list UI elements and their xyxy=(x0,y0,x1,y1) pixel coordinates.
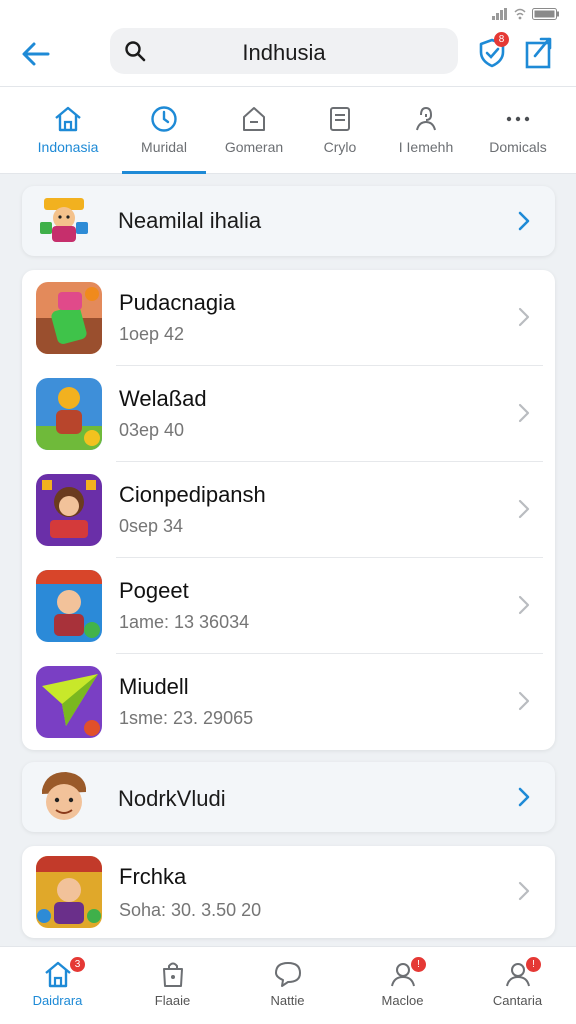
tab-indonasia[interactable]: Indonasia xyxy=(20,87,116,175)
top-bar: Indhusia 8 xyxy=(0,28,576,86)
tab-label: Gomeran xyxy=(224,139,284,155)
signal-icon xyxy=(492,8,507,20)
featured-banner-top[interactable]: Neamilal ihalia xyxy=(22,186,555,256)
share-button[interactable] xyxy=(522,34,558,70)
character-face-icon xyxy=(42,772,86,820)
nav-flaaie[interactable]: Flaaie xyxy=(115,947,230,1024)
nav-daidrara[interactable]: 3 Daidrara xyxy=(0,947,115,1024)
chevron-right-icon xyxy=(518,211,530,231)
tab-domicals[interactable]: Domicals xyxy=(470,87,566,175)
search-bar[interactable]: Indhusia xyxy=(110,28,458,74)
nav-badge: 3 xyxy=(70,957,85,972)
tab-gomeran[interactable]: Gomeran xyxy=(206,87,302,175)
app-subtitle: 1sme: 23. 29065 xyxy=(119,708,254,728)
chevron-right-icon xyxy=(518,787,530,807)
list-item[interactable]: Welaßad 03ep 40 xyxy=(22,366,555,462)
featured-banner-bottom[interactable]: NodrkVludi xyxy=(22,762,555,832)
tab-muridal[interactable]: Muridal xyxy=(116,87,212,175)
list-item[interactable]: Cionpedipansh 0sep 34 xyxy=(22,462,555,558)
app-title: Frchka xyxy=(119,864,187,889)
nav-badge: ! xyxy=(411,957,426,972)
chevron-right-icon xyxy=(518,403,530,423)
list-item[interactable]: Pudacnagia 1oep 42 xyxy=(22,270,555,366)
home-icon xyxy=(44,961,71,988)
list-item[interactable]: Pogeet 1ame: 13 36034 xyxy=(22,558,555,654)
category-tabs: Indonasia Muridal Gomeran Crylo I Iemehh xyxy=(0,86,576,174)
app-icon xyxy=(36,282,102,354)
search-query: Indhusia xyxy=(242,40,326,65)
tab-crylo[interactable]: Crylo xyxy=(292,87,388,175)
app-icon xyxy=(36,856,102,928)
app-subtitle: 1ame: 13 36034 xyxy=(119,612,250,632)
tab-label: Crylo xyxy=(323,139,357,155)
list-item[interactable]: Miudell 1sme: 23. 29065 xyxy=(22,654,555,750)
featured-label: NodrkVludi xyxy=(118,786,226,811)
tab-label: Domicals xyxy=(489,139,547,155)
app-icon xyxy=(36,570,102,642)
status-icons xyxy=(492,8,560,20)
chevron-right-icon xyxy=(518,499,530,519)
app-subtitle: 0sep 34 xyxy=(119,516,184,536)
app-title: Welaßad xyxy=(119,386,207,411)
nav-label: Daidrara xyxy=(32,993,83,1008)
app-subtitle: 1oep 42 xyxy=(119,324,185,344)
active-tab-indicator xyxy=(122,171,206,174)
notification-badge: 8 xyxy=(494,32,509,47)
clock-icon xyxy=(151,106,177,132)
app-title: Pogeet xyxy=(119,578,189,603)
featured-label: Neamilal ihalia xyxy=(118,208,262,233)
app-icon xyxy=(36,666,102,738)
home-icon xyxy=(55,106,81,132)
game-character-icon xyxy=(40,198,88,242)
bottom-navigation: 3 Daidrara Flaaie Nattie ! Macloe ! Cant… xyxy=(0,946,576,1024)
nav-nattie[interactable]: Nattie xyxy=(230,947,345,1024)
back-button[interactable] xyxy=(18,36,58,76)
app-subtitle: 03ep 40 xyxy=(119,420,185,440)
app-list: Pudacnagia 1oep 42 Welaßad 03ep 40 Cionp… xyxy=(22,270,555,750)
tab-iemehh[interactable]: I Iemehh xyxy=(378,87,474,175)
nav-label: Nattie xyxy=(270,993,305,1008)
shield-notification-button[interactable]: 8 xyxy=(474,32,510,70)
app-icon xyxy=(36,474,102,546)
battery-icon xyxy=(532,8,559,20)
document-icon xyxy=(330,107,350,131)
app-card[interactable]: Frchka Soha: 30. 3.50 20 xyxy=(22,846,555,938)
nav-badge: ! xyxy=(526,957,541,972)
arrow-left-icon xyxy=(22,42,50,66)
nav-cantaria[interactable]: ! Cantaria xyxy=(460,947,575,1024)
app-title: Pudacnagia xyxy=(119,290,236,315)
nav-macloe[interactable]: ! Macloe xyxy=(345,947,460,1024)
tab-label: Muridal xyxy=(141,139,187,155)
bag-icon xyxy=(162,962,183,987)
nav-label: Macloe xyxy=(381,993,424,1008)
tab-label: Indonasia xyxy=(37,139,99,155)
chevron-right-icon xyxy=(518,307,530,327)
chevron-right-icon xyxy=(518,595,530,615)
tab-label: I Iemehh xyxy=(398,139,454,155)
share-icon xyxy=(525,37,552,69)
app-subtitle: Soha: 30. 3.50 20 xyxy=(119,900,262,920)
person-outline-icon xyxy=(416,106,436,131)
app-icon xyxy=(36,378,102,450)
nav-label: Flaaie xyxy=(154,993,191,1008)
nav-label: Cantaria xyxy=(492,993,543,1008)
chevron-right-icon xyxy=(518,691,530,711)
app-title: Miudell xyxy=(119,674,189,699)
chevron-right-icon xyxy=(518,881,530,901)
app-title: Cionpedipansh xyxy=(119,482,266,507)
chat-bubble-icon xyxy=(274,962,301,987)
more-icon xyxy=(506,116,530,122)
house-outline-icon xyxy=(243,107,265,131)
wifi-icon xyxy=(514,8,526,20)
status-bar xyxy=(0,0,576,28)
